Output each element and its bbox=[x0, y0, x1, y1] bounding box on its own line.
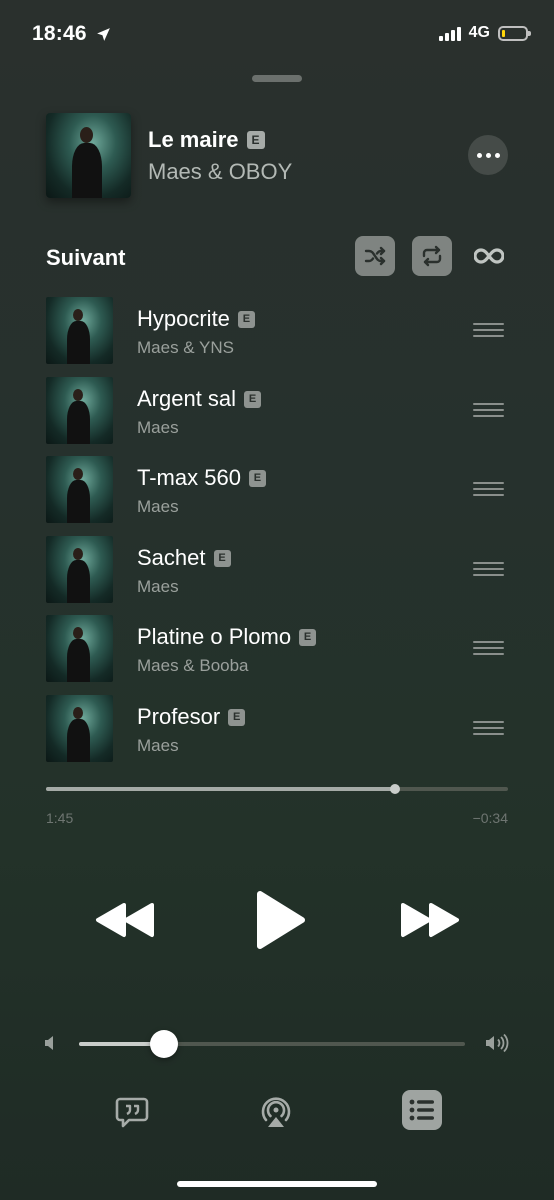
up-next-heading: Suivant bbox=[46, 245, 126, 270]
track-artwork bbox=[46, 695, 113, 762]
elapsed-time: 1:45 bbox=[46, 810, 74, 826]
track-artwork bbox=[46, 536, 113, 603]
track-artwork bbox=[46, 456, 113, 523]
repeat-icon bbox=[422, 245, 442, 267]
rewind-button[interactable] bbox=[90, 890, 160, 950]
queue-button[interactable] bbox=[402, 1090, 442, 1130]
track-artist: Maes bbox=[137, 497, 179, 516]
signal-icon bbox=[438, 25, 461, 41]
battery-icon bbox=[498, 25, 531, 41]
shuffle-icon bbox=[364, 246, 386, 266]
shuffle-button[interactable] bbox=[355, 236, 395, 276]
status-time-text: 18:46 bbox=[32, 22, 87, 45]
now-playing-artist[interactable]: Maes & OBOY bbox=[148, 159, 292, 185]
play-button[interactable] bbox=[245, 882, 315, 958]
now-playing-title[interactable]: Le maire E bbox=[148, 127, 265, 153]
track-artist: Maes bbox=[137, 736, 179, 755]
queue-row[interactable]: Profesor E Maes bbox=[46, 695, 508, 762]
track-title-text: Argent sal bbox=[137, 386, 237, 411]
more-icon bbox=[476, 152, 482, 158]
status-bar-indicators: 4G bbox=[438, 24, 531, 42]
fast-forward-icon bbox=[401, 903, 459, 937]
volume-slider[interactable] bbox=[79, 1030, 465, 1058]
track-artist: Maes & Booba bbox=[137, 656, 249, 675]
track-title-text: Profesor bbox=[137, 704, 221, 729]
drag-handle-icon[interactable] bbox=[473, 482, 504, 496]
queue-row[interactable]: Sachet E Maes bbox=[46, 536, 508, 603]
airplay-icon bbox=[261, 1097, 291, 1127]
track-title: T-max 560 E bbox=[137, 465, 266, 491]
track-title: Argent sal E bbox=[137, 386, 262, 412]
network-type: 4G bbox=[468, 24, 490, 41]
track-title: Profesor E bbox=[137, 704, 246, 730]
track-artist: Maes bbox=[137, 577, 179, 596]
drag-handle-icon[interactable] bbox=[473, 403, 504, 417]
track-title: Sachet E bbox=[137, 545, 231, 571]
drag-handle-icon[interactable] bbox=[473, 562, 504, 576]
playback-scrubber-knob[interactable] bbox=[389, 784, 400, 794]
volume-low-icon bbox=[44, 1035, 58, 1056]
infinity-icon bbox=[474, 248, 504, 264]
remaining-time: −0:34 bbox=[472, 810, 508, 826]
queue-row[interactable]: Platine o Plomo E Maes & Booba bbox=[46, 615, 508, 682]
drag-handle-icon[interactable] bbox=[473, 323, 504, 337]
play-icon bbox=[257, 891, 305, 949]
now-playing-title-text: Le maire bbox=[148, 127, 239, 152]
playback-progress-fill bbox=[46, 787, 395, 791]
queue-list-icon bbox=[409, 1099, 434, 1121]
track-title: Hypocrite E bbox=[137, 306, 255, 332]
track-artwork bbox=[46, 297, 113, 364]
more-options-button[interactable] bbox=[468, 135, 508, 175]
track-artwork bbox=[46, 615, 113, 682]
volume-high-icon bbox=[485, 1033, 509, 1058]
autoplay-button[interactable] bbox=[470, 236, 508, 276]
explicit-badge: E bbox=[213, 549, 231, 567]
status-bar-time: 18:46 bbox=[32, 22, 112, 46]
lyrics-icon bbox=[115, 1097, 149, 1128]
track-artwork bbox=[46, 377, 113, 444]
explicit-badge: E bbox=[248, 469, 266, 487]
playback-scrubber[interactable] bbox=[46, 784, 508, 794]
track-artist: Maes bbox=[137, 418, 179, 437]
explicit-badge: E bbox=[244, 390, 262, 408]
airplay-button[interactable] bbox=[257, 1093, 295, 1131]
track-artist: Maes & YNS bbox=[137, 338, 235, 357]
track-title-text: T-max 560 bbox=[137, 465, 241, 490]
track-title-text: Hypocrite bbox=[137, 306, 230, 331]
lyrics-button[interactable] bbox=[113, 1093, 151, 1131]
explicit-badge: E bbox=[237, 310, 255, 328]
location-arrow-icon bbox=[96, 27, 110, 41]
explicit-badge: E bbox=[246, 131, 265, 149]
sheet-grabber[interactable] bbox=[252, 75, 302, 82]
track-title-text: Sachet bbox=[137, 545, 206, 570]
drag-handle-icon[interactable] bbox=[473, 721, 504, 735]
queue-row[interactable]: T-max 560 E Maes bbox=[46, 456, 508, 523]
queue-row[interactable]: Hypocrite E Maes & YNS bbox=[46, 297, 508, 364]
explicit-badge: E bbox=[299, 628, 317, 646]
now-playing-artwork bbox=[46, 113, 131, 198]
rewind-icon bbox=[96, 903, 154, 937]
volume-knob[interactable] bbox=[149, 1030, 178, 1058]
track-title: Platine o Plomo E bbox=[137, 624, 317, 650]
track-title-text: Platine o Plomo bbox=[137, 624, 292, 649]
home-indicator[interactable] bbox=[177, 1181, 377, 1187]
repeat-button[interactable] bbox=[412, 236, 452, 276]
fast-forward-button[interactable] bbox=[395, 890, 465, 950]
queue-row[interactable]: Argent sal E Maes bbox=[46, 377, 508, 444]
explicit-badge: E bbox=[228, 708, 246, 726]
drag-handle-icon[interactable] bbox=[473, 641, 504, 655]
